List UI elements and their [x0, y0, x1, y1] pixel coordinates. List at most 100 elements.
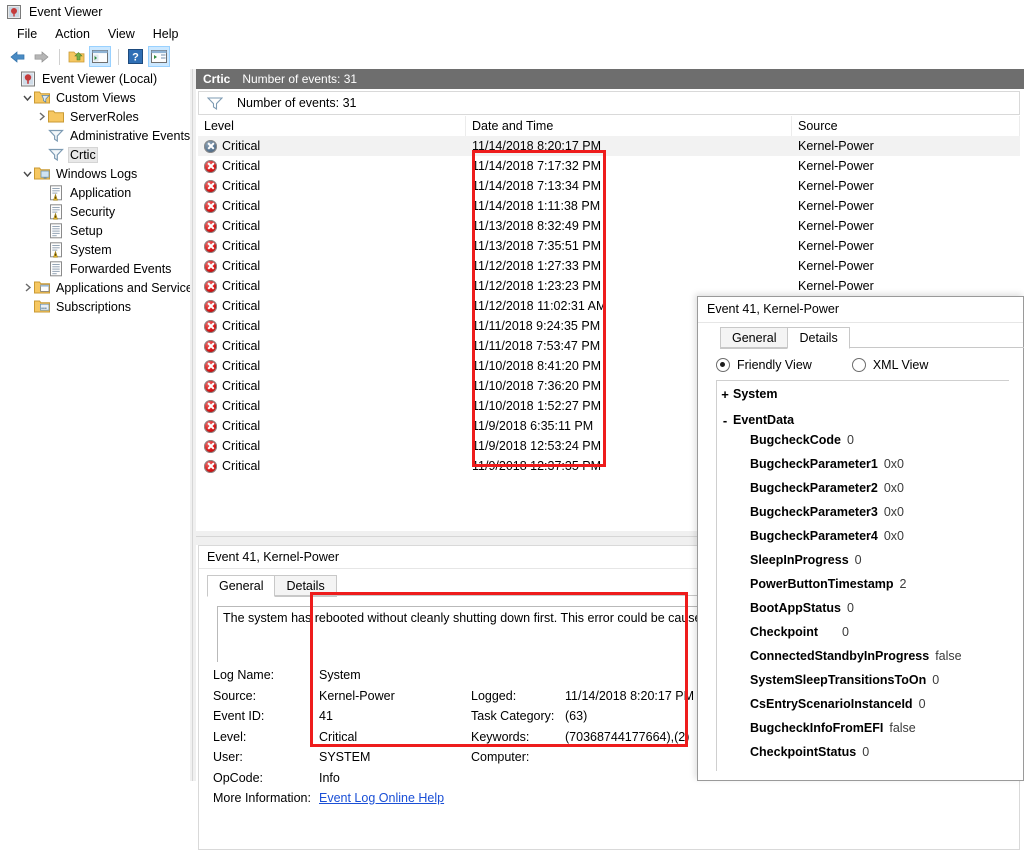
tree-item-applications-and-services-lo[interactable]: Applications and Services Lo [0, 278, 190, 297]
tree-item-label: Crtic [68, 146, 98, 163]
detail-field-value: Kernel-Power [319, 688, 395, 703]
event-data-item: Checkpoint 0 [717, 625, 1009, 649]
event-level-cell: Critical [198, 256, 472, 276]
event-level-label: Critical [222, 259, 261, 273]
app-services-icon [34, 280, 50, 296]
tree-item-subscriptions[interactable]: Subscriptions [0, 297, 190, 316]
tab-general[interactable]: General [207, 575, 276, 597]
tree-twisty-collapsed-icon[interactable] [34, 112, 48, 121]
tree-twisty-collapsed-icon[interactable] [20, 283, 34, 292]
tree-item-label: Setup [70, 223, 103, 238]
console-tree[interactable]: Event Viewer (Local) Custom Views ServerRo… [0, 69, 190, 781]
event-data-value: 0 [862, 745, 870, 759]
event-source-cell: Kernel-Power [798, 199, 874, 213]
table-row[interactable]: Critical 11/14/2018 1:11:38 PM Kernel-Powe… [198, 196, 1020, 216]
event-level-cell: Critical [198, 316, 472, 336]
xml-view-radio-icon[interactable] [851, 358, 866, 372]
critical-icon [204, 459, 217, 473]
back-button[interactable] [6, 46, 28, 67]
tree-item-setup[interactable]: Setup [0, 221, 190, 240]
table-row[interactable]: Critical 11/14/2018 7:13:34 PM Kernel-Powe… [198, 176, 1020, 196]
up-folder-button[interactable] [65, 46, 87, 67]
help-button[interactable]: ? [124, 46, 146, 67]
column-headers[interactable]: Level Date and Time Source [198, 116, 1020, 137]
tree-item-system[interactable]: System [0, 240, 190, 259]
column-header-source[interactable]: Source [792, 116, 1020, 136]
properties-tab-details[interactable]: Details [787, 327, 850, 349]
menu-bar: File Action View Help [0, 24, 1024, 44]
event-datetime-cell: 11/13/2018 7:35:51 PM [472, 239, 602, 253]
tree-item-application[interactable]: Application [0, 183, 190, 202]
event-data-key: SystemSleepTransitionsToOn [750, 673, 927, 687]
event-source-cell: Kernel-Power [798, 159, 874, 173]
custom-views-icon [34, 90, 50, 106]
column-header-date-and-time[interactable]: Date and Time [466, 116, 792, 136]
tree-item-administrative-events[interactable]: Administrative Events [0, 126, 190, 145]
friendly-view-option[interactable]: Friendly View [716, 358, 812, 372]
detail-field-value: Critical [319, 729, 358, 744]
xml-view-option[interactable]: XML View [851, 358, 928, 372]
tree-item-label: Security [70, 204, 116, 219]
tree-item-label: Administrative Events [70, 128, 190, 143]
table-row[interactable]: Critical 11/14/2018 7:17:32 PM Kernel-Powe… [198, 156, 1020, 176]
event-data-value: 0 [854, 553, 862, 567]
properties-tab-general[interactable]: General [720, 327, 789, 349]
filter-icon [48, 147, 64, 163]
menu-view[interactable]: View [99, 25, 144, 43]
xml-node-toggle-icon[interactable]: - [717, 413, 733, 428]
tree-item-label: Event Viewer (Local) [42, 71, 158, 86]
event-level-cell: Critical [198, 356, 472, 376]
table-row[interactable]: Critical 11/13/2018 7:35:51 PM Kernel-Powe… [198, 236, 1020, 256]
xml-node-toggle-icon[interactable]: + [717, 387, 733, 402]
xml-node-label: System [733, 387, 778, 401]
tree-item-serverroles[interactable]: ServerRoles [0, 107, 190, 126]
detail-field-label: OpCode: [213, 770, 264, 785]
column-header-level[interactable]: Level [198, 116, 466, 136]
tree-item-security[interactable]: Security [0, 202, 190, 221]
critical-icon [204, 299, 217, 313]
critical-icon [204, 139, 217, 153]
table-row[interactable]: Critical 11/12/2018 1:27:33 PM Kernel-Powe… [198, 256, 1020, 276]
tree-item-label: Custom Views [56, 90, 136, 105]
more-information-label: More Information: [213, 791, 311, 805]
event-data-key: ConnectedStandbyInProgress [750, 649, 930, 663]
event-level-label: Critical [222, 359, 261, 373]
table-row[interactable]: Critical 11/12/2018 1:23:23 PM Kernel-Powe… [198, 276, 1020, 296]
tree-item-windows-logs[interactable]: Windows Logs [0, 164, 190, 183]
table-row[interactable]: Critical 11/14/2018 8:20:17 PM Kernel-Powe… [198, 136, 1020, 156]
event-xml-tree[interactable]: + System - EventData BugcheckCode 0 BugcheckPa… [716, 380, 1009, 771]
tree-item-custom-views[interactable]: Custom Views [0, 88, 190, 107]
critical-icon [204, 439, 217, 453]
tree-twisty-expanded-icon[interactable] [20, 169, 34, 178]
event-level-cell: Critical [198, 216, 472, 236]
event-data-key: BugcheckParameter1 [750, 457, 878, 471]
event-viewer-icon [20, 71, 36, 87]
xml-node-system[interactable]: + System [717, 381, 1009, 407]
event-level-label: Critical [222, 379, 261, 393]
tree-item-label: System [70, 242, 112, 257]
menu-action[interactable]: Action [46, 25, 99, 43]
show-hide-console-tree-button[interactable] [89, 46, 111, 67]
forward-button[interactable] [30, 46, 52, 67]
table-row[interactable]: Critical 11/13/2018 8:32:49 PM Kernel-Powe… [198, 216, 1020, 236]
detail-field-label: Source: [213, 688, 257, 703]
log-icon [48, 222, 64, 239]
tree-item-label: ServerRoles [70, 109, 139, 124]
event-log-online-help-link[interactable]: Event Log Online Help [319, 791, 444, 805]
critical-icon [204, 259, 217, 273]
tree-item-forwarded-events[interactable]: Forwarded Events [0, 259, 190, 278]
event-properties-window[interactable]: Event 41, Kernel-Power General Details F… [697, 296, 1024, 781]
menu-file[interactable]: File [8, 25, 46, 43]
event-source-cell: Kernel-Power [798, 179, 874, 193]
tree-item-event-viewer-local[interactable]: Event Viewer (Local) [0, 69, 190, 88]
show-hide-action-pane-button[interactable] [148, 46, 170, 67]
filter-summary-bar[interactable]: Number of events: 31 [198, 91, 1020, 115]
xml-node-eventdata[interactable]: - EventData [717, 407, 1009, 433]
tree-item-crtic[interactable]: Crtic [0, 145, 190, 164]
event-level-cell: Critical [198, 156, 472, 176]
friendly-view-radio-icon[interactable] [716, 358, 730, 372]
event-level-label: Critical [222, 139, 261, 153]
menu-help[interactable]: Help [144, 25, 188, 43]
tree-twisty-expanded-icon[interactable] [20, 93, 34, 102]
tab-details[interactable]: Details [274, 575, 337, 597]
